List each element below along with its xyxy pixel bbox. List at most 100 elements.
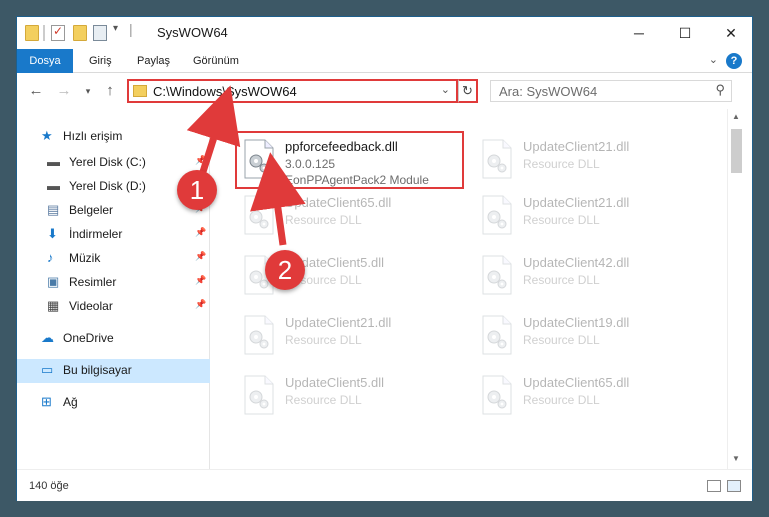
sidebar-item[interactable]: ▬ Yerel Disk (C:) 📌	[17, 151, 210, 175]
forward-arrow-icon[interactable]: →	[53, 81, 75, 101]
scroll-down-icon[interactable]: ▼	[728, 451, 744, 467]
file-tile[interactable]: UpdateClient19.dll Resource DLL	[475, 309, 705, 367]
explorer-window: ▾ | SysWOW64 ─ ☐ ✕ Dosya Giriş Paylaş Gö…	[16, 16, 753, 501]
scroll-up-icon[interactable]: ▲	[728, 109, 744, 125]
tab-file[interactable]: Dosya	[17, 49, 73, 73]
sidebar-item[interactable]: ▭ Bu bilgisayar	[17, 359, 210, 383]
address-path[interactable]: C:\Windows\SysWOW64	[153, 84, 297, 99]
tab-home[interactable]: Giriş	[79, 49, 122, 73]
network-icon: ⊞	[41, 394, 52, 409]
sidebar-item-label: Belgeler	[69, 203, 114, 217]
file-name: UpdateClient65.dll	[285, 195, 392, 210]
tiles-view-icon[interactable]	[727, 480, 741, 492]
minimize-button[interactable]: ─	[616, 17, 662, 49]
chevron-down-icon[interactable]: ⌄	[709, 53, 718, 66]
file-tile[interactable]: UpdateClient21.dll Resource DLL	[475, 189, 705, 247]
title-bar: ▾ | SysWOW64 ─ ☐ ✕	[17, 17, 752, 49]
pin-icon[interactable]: 📌	[195, 251, 206, 262]
pin-icon[interactable]: 📌	[195, 299, 206, 310]
file-description: Resource DLL	[523, 333, 600, 347]
chevron-down-icon[interactable]: ⌄	[441, 83, 450, 96]
dll-file-icon	[481, 255, 513, 295]
recent-locations-icon[interactable]: ▾	[77, 81, 99, 101]
separator-bar: |	[129, 21, 133, 37]
folder-icon	[25, 25, 39, 41]
sidebar-item[interactable]: ♪ Müzik 📌	[17, 247, 210, 271]
file-tile[interactable]: UpdateClient21.dll Resource DLL	[237, 309, 467, 367]
drive-icon: ▬	[47, 178, 60, 193]
sidebar-item-label: Bu bilgisayar	[63, 363, 132, 377]
file-name: UpdateClient21.dll	[523, 195, 630, 210]
file-name: UpdateClient19.dll	[523, 315, 630, 330]
sidebar-item-label: Hızlı erişim	[63, 129, 123, 143]
tab-share[interactable]: Paylaş	[127, 49, 180, 73]
pin-icon[interactable]: 📌	[195, 155, 206, 166]
sidebar-item[interactable]: ★ Hızlı erişim	[17, 125, 210, 149]
search-input[interactable]: Ara: SysWOW64 ⚲	[490, 80, 732, 102]
search-icon[interactable]: ⚲	[715, 82, 725, 98]
search-placeholder: Ara: SysWOW64	[499, 84, 598, 99]
maximize-button[interactable]: ☐	[662, 17, 708, 49]
file-tile[interactable]: UpdateClient65.dll Resource DLL	[475, 369, 705, 427]
file-description: Resource DLL	[285, 393, 362, 407]
back-arrow-icon[interactable]: ←	[25, 81, 47, 101]
sidebar-item[interactable]: ⬇ İndirmeler 📌	[17, 223, 210, 247]
file-name: UpdateClient5.dll	[285, 375, 385, 390]
sidebar-item-label: Yerel Disk (C:)	[69, 155, 146, 169]
window-title: SysWOW64	[157, 25, 228, 40]
file-description: Resource DLL	[523, 157, 600, 171]
pin-icon[interactable]: 📌	[195, 275, 206, 286]
dll-file-icon	[481, 195, 513, 235]
file-description: Resource DLL	[523, 273, 600, 287]
tab-view[interactable]: Görünüm	[183, 49, 249, 73]
sidebar-item[interactable]: ▣ Resimler 📌	[17, 271, 210, 295]
sidebar-item[interactable]: ☁ OneDrive	[17, 327, 210, 351]
close-button[interactable]: ✕	[708, 17, 754, 49]
file-name: UpdateClient21.dll	[285, 315, 392, 330]
chevron-down-icon[interactable]: ▾	[113, 23, 118, 34]
properties-check-icon[interactable]	[51, 24, 65, 41]
sidebar-item-label: OneDrive	[63, 331, 114, 345]
sidebar-item-label: İndirmeler	[69, 227, 123, 241]
scrollbar[interactable]: ▲ ▼	[727, 109, 744, 469]
navigation-pane: ★ Hızlı erişim ▬ Yerel Disk (C:) 📌 ▬ Yerel Dis…	[17, 109, 210, 469]
scroll-thumb[interactable]	[731, 129, 742, 173]
item-count: 140 öğe	[29, 480, 69, 492]
star-icon: ★	[41, 128, 53, 143]
cloud-icon: ☁	[41, 330, 54, 345]
pin-icon[interactable]: 📌	[195, 227, 206, 238]
folder-icon	[133, 85, 147, 97]
up-arrow-icon[interactable]: ↑	[99, 81, 121, 101]
sidebar-item-label: Yerel Disk (D:)	[69, 179, 146, 193]
new-folder-icon[interactable]	[73, 25, 87, 41]
details-view-icon[interactable]	[707, 480, 721, 492]
sidebar-item[interactable]: ⊞ Ağ	[17, 391, 210, 415]
step-1-callout: 1	[177, 170, 217, 210]
sidebar-item-label: Videolar	[69, 299, 113, 313]
file-tile[interactable]: UpdateClient5.dll Resource DLL	[237, 369, 467, 427]
help-icon[interactable]: ?	[726, 53, 742, 69]
drive-icon: ▬	[47, 154, 60, 169]
file-tile[interactable]: UpdateClient21.dll Resource DLL	[475, 133, 705, 191]
refresh-button[interactable]: ↻	[458, 79, 478, 103]
dll-file-icon	[481, 315, 513, 355]
file-tile[interactable]: UpdateClient65.dll Resource DLL	[237, 189, 467, 247]
music-icon: ♪	[47, 250, 54, 265]
file-highlight-box	[235, 131, 464, 189]
sidebar-item-label: Resimler	[69, 275, 117, 289]
file-description: Resource DLL	[523, 393, 600, 407]
file-tile[interactable]: UpdateClient42.dll Resource DLL	[475, 249, 705, 307]
sidebar-item[interactable]: ▦ Videolar 📌	[17, 295, 210, 319]
dll-file-icon	[243, 375, 275, 415]
dll-file-icon	[243, 315, 275, 355]
address-bar[interactable]: C:\Windows\SysWOW64 ⌄	[127, 79, 458, 103]
quick-access-toolbar-icon[interactable]	[93, 25, 107, 41]
file-name: UpdateClient65.dll	[523, 375, 630, 390]
file-description: Resource DLL	[285, 333, 362, 347]
file-description: Resource DLL	[285, 213, 362, 227]
sidebar-item-label: Ağ	[63, 395, 78, 409]
sidebar-item-label: Müzik	[69, 251, 101, 265]
documents-icon: ▤	[47, 202, 60, 217]
step-2-callout: 2	[265, 250, 305, 290]
file-name: UpdateClient42.dll	[523, 255, 630, 270]
